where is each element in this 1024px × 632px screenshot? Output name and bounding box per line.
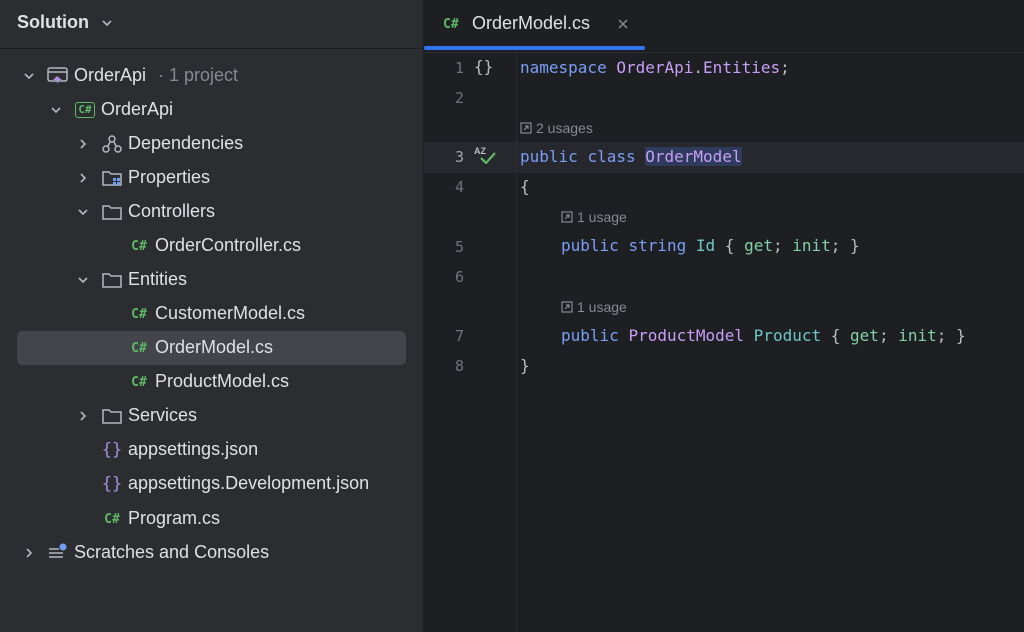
editor-tab-bar: C# OrderModel.cs xyxy=(424,0,1024,53)
scratches-icon xyxy=(47,543,69,563)
tree-item-productmodel[interactable]: C# ProductModel.cs xyxy=(0,365,423,399)
csharp-badge: C# xyxy=(75,102,95,118)
tree-item-program[interactable]: C# Program.cs xyxy=(0,502,423,536)
tree-item-entities[interactable]: Entities xyxy=(0,263,423,297)
csharp-project-icon: C# xyxy=(74,100,96,120)
chevron-right-icon[interactable] xyxy=(76,409,90,423)
gutter-divider xyxy=(516,52,517,632)
json-file-icon: {} xyxy=(101,474,123,494)
csharp-glyph: C# xyxy=(131,340,147,356)
tree-item-label: appsettings.json xyxy=(128,439,259,459)
dependencies-icon xyxy=(101,134,123,154)
tree-item-label: appsettings.Development.json xyxy=(128,473,370,493)
namespace-braces-icon[interactable]: {} xyxy=(474,57,493,76)
line-number: 5 xyxy=(454,238,464,256)
csharp-glyph: C# xyxy=(104,511,120,527)
chevron-down-icon[interactable] xyxy=(76,205,90,219)
tree-item-dependencies[interactable]: Dependencies xyxy=(0,127,423,161)
tree-item-properties[interactable]: Properties xyxy=(0,161,423,195)
code-line-1: namespace OrderApi.Entities; xyxy=(520,58,790,77)
tab-title: OrderModel.cs xyxy=(472,13,591,33)
code-line-3: public class OrderModel xyxy=(520,147,742,166)
folder-icon xyxy=(101,270,123,290)
csharp-file-icon: C# xyxy=(127,304,151,324)
tree-item-project[interactable]: C# OrderApi xyxy=(0,93,423,127)
chevron-right-icon[interactable] xyxy=(76,171,90,185)
solution-panel: Solution OrderApi · 1 project C# OrderAp… xyxy=(0,0,424,632)
code-line-4: { xyxy=(520,177,530,196)
active-tab-indicator xyxy=(424,46,645,50)
line-number: 2 xyxy=(454,89,464,107)
code-line-5: public string Id { get; init; } xyxy=(561,236,860,255)
solution-panel-header: Solution xyxy=(0,0,423,49)
tree-item-label: OrderApi xyxy=(101,99,174,119)
usages-icon xyxy=(561,211,573,223)
csharp-glyph: C# xyxy=(131,374,147,390)
tree-item-appsettings-development[interactable]: {} appsettings.Development.json xyxy=(0,467,423,501)
folder-icon xyxy=(101,202,123,222)
tree-item-label: Entities xyxy=(128,269,188,289)
usages-icon xyxy=(561,301,573,313)
tree-item-scratches[interactable]: Scratches and Consoles xyxy=(0,536,423,570)
tree-item-ordercontroller[interactable]: C# OrderController.cs xyxy=(0,229,423,263)
line-number: 8 xyxy=(454,357,464,375)
tree-item-controllers[interactable]: Controllers xyxy=(0,195,423,229)
usages-hint[interactable]: 2 usages xyxy=(520,120,593,136)
folder-icon xyxy=(101,406,123,426)
chevron-down-icon[interactable] xyxy=(76,273,90,287)
chevron-right-icon[interactable] xyxy=(76,137,90,151)
solution-icon xyxy=(47,66,69,86)
code-line-7: public ProductModel Product { get; init;… xyxy=(561,326,966,345)
line-number: 1 xyxy=(454,59,464,77)
line-number: 3 xyxy=(454,148,464,166)
code-line-8: } xyxy=(520,356,530,375)
tree-item-label: Program.cs xyxy=(128,508,221,528)
csharp-file-icon: C# xyxy=(127,236,151,256)
csharp-file-icon: C# xyxy=(127,372,151,392)
chevron-down-icon[interactable] xyxy=(49,103,63,117)
chevron-down-icon[interactable] xyxy=(22,69,36,83)
csharp-file-icon: C# xyxy=(443,17,459,32)
csharp-file-icon: C# xyxy=(100,509,124,529)
tree-item-label: OrderController.cs xyxy=(155,235,302,255)
csharp-glyph: C# xyxy=(131,238,147,254)
csharp-file-icon: C# xyxy=(127,338,151,358)
usages-hint[interactable]: 1 usage xyxy=(561,299,627,315)
tree-item-label: Scratches and Consoles xyxy=(74,542,270,562)
line-number: 6 xyxy=(454,268,464,286)
line-number: 4 xyxy=(454,178,464,196)
usages-count: 1 usage xyxy=(577,209,627,225)
check-icon xyxy=(480,152,496,164)
tree-item-ordermodel[interactable]: C# OrderModel.cs xyxy=(0,331,423,365)
csharp-glyph: C# xyxy=(131,306,147,322)
tree-item-label: OrderModel.cs xyxy=(155,337,274,357)
usages-hint[interactable]: 1 usage xyxy=(561,209,627,225)
chevron-down-icon[interactable] xyxy=(100,16,114,30)
code-editor[interactable]: C# OrderModel.cs 1 2 3 4 5 6 7 8 {} AZ n… xyxy=(424,0,1024,632)
usages-count: 1 usage xyxy=(577,299,627,315)
line-number: 7 xyxy=(454,327,464,345)
tree-item-solution[interactable]: OrderApi · 1 project xyxy=(0,59,423,93)
json-file-icon: {} xyxy=(101,440,123,460)
close-icon[interactable] xyxy=(616,17,630,31)
properties-folder-icon xyxy=(101,168,123,188)
tree-item-appsettings[interactable]: {} appsettings.json xyxy=(0,433,423,467)
chevron-right-icon[interactable] xyxy=(22,546,36,560)
project-count: · 1 project xyxy=(158,65,239,85)
tree-item-label: Properties xyxy=(128,167,211,187)
tree-item-label: Controllers xyxy=(128,201,216,221)
usages-count: 2 usages xyxy=(536,120,593,136)
tree-item-customermodel[interactable]: C# CustomerModel.cs xyxy=(0,297,423,331)
tree-item-label: ProductModel.cs xyxy=(155,371,290,391)
panel-title[interactable]: Solution xyxy=(17,12,89,33)
tree-item-services[interactable]: Services xyxy=(0,399,423,433)
tree-item-label: Dependencies xyxy=(128,133,244,153)
usages-icon xyxy=(520,122,532,134)
tab-ordermodel[interactable]: C# OrderModel.cs xyxy=(424,0,645,52)
tree-item-label: CustomerModel.cs xyxy=(155,303,306,323)
tree-item-label: OrderApi xyxy=(74,65,147,85)
tree-item-label: Services xyxy=(128,405,198,425)
